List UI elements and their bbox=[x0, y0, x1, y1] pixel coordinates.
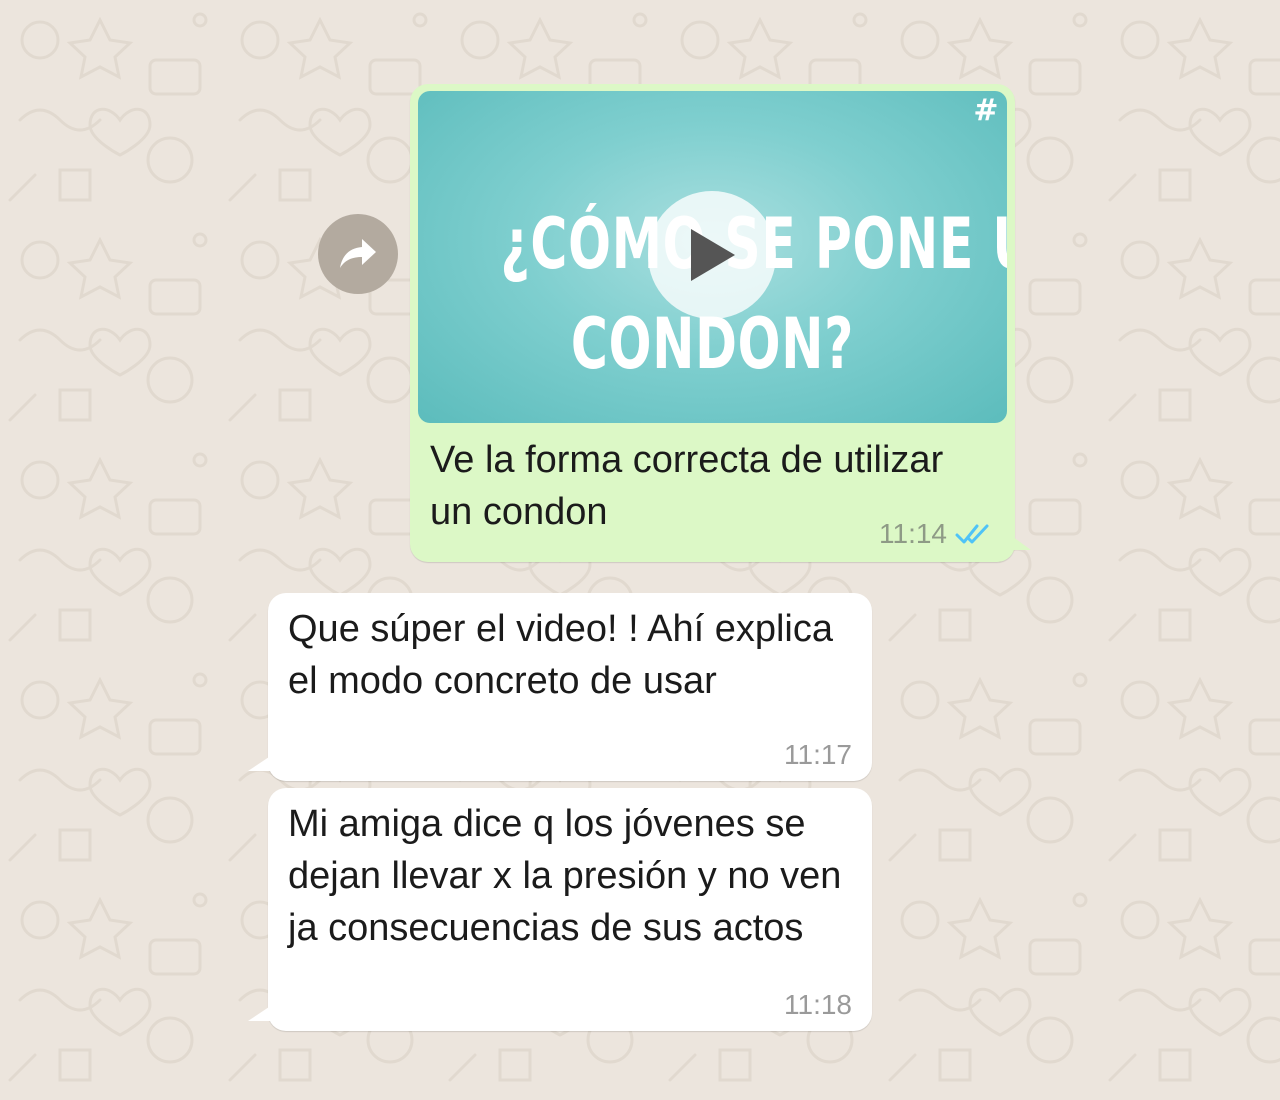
message-meta: 11:14 bbox=[879, 518, 995, 550]
outgoing-video-message[interactable]: # ¿CÓMO SE PONE UN CONDON? Ve la forma c… bbox=[410, 84, 1031, 562]
forward-button[interactable] bbox=[318, 214, 398, 294]
bubble-tail bbox=[248, 1005, 272, 1021]
play-button[interactable] bbox=[648, 191, 776, 319]
incoming-message[interactable]: Mi amiga dice q los jóvenes se dejan lle… bbox=[248, 788, 872, 1031]
double-check-read-icon bbox=[955, 524, 989, 544]
message-text: Mi amiga dice q los jóvenes se dejan lle… bbox=[288, 803, 842, 949]
play-icon bbox=[691, 229, 735, 281]
channel-logo: # bbox=[973, 93, 999, 128]
message-time: 11:17 bbox=[784, 739, 852, 770]
incoming-message[interactable]: Que súper el video! ! Ahí explica el mod… bbox=[248, 593, 872, 781]
message-text: Que súper el video! ! Ahí explica el mod… bbox=[288, 608, 833, 702]
thumbnail-title-line2: CONDON? bbox=[570, 303, 855, 385]
bubble-tail bbox=[248, 755, 272, 771]
bubble-tail bbox=[1009, 534, 1031, 550]
forward-arrow-icon bbox=[340, 239, 376, 268]
message-time: 11:18 bbox=[784, 989, 852, 1020]
message-time: 11:14 bbox=[879, 518, 947, 549]
video-thumbnail[interactable]: # ¿CÓMO SE PONE UN CONDON? bbox=[418, 91, 1007, 423]
